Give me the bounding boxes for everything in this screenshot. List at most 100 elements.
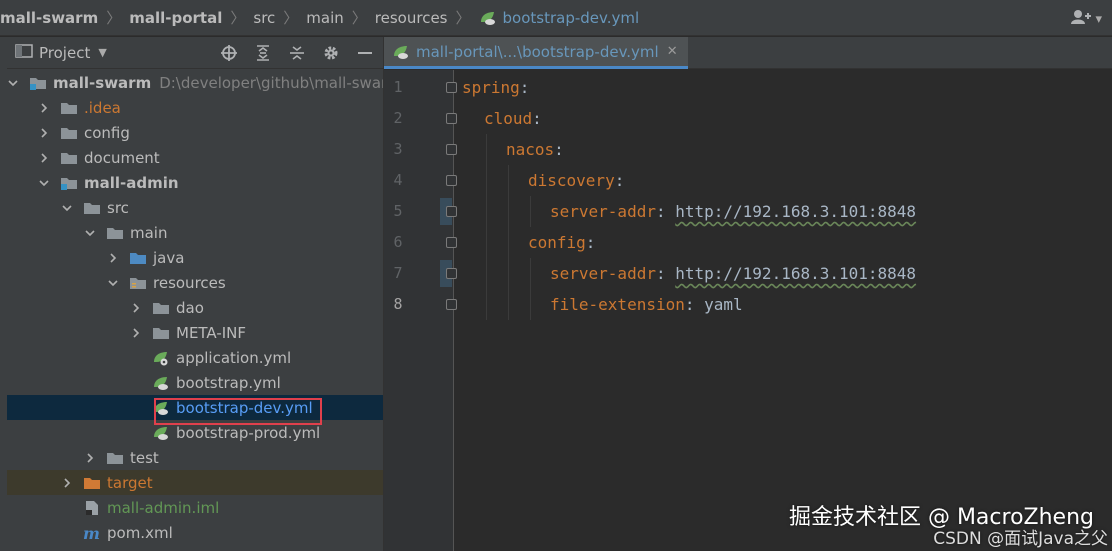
breadcrumb-item-resources[interactable]: resources — [375, 9, 448, 27]
chevron-right-icon[interactable] — [130, 302, 142, 314]
chevron-down-icon[interactable] — [61, 202, 73, 214]
tree-item[interactable]: mall-admin.iml — [7, 495, 383, 520]
fold-marker-icon[interactable] — [446, 144, 457, 155]
minimize-icon[interactable] — [355, 43, 375, 63]
tree-item[interactable]: mall-swarm D:\developer\github\mall-swar — [7, 70, 383, 95]
chevron-right-icon[interactable] — [107, 252, 119, 264]
chevron-right-icon[interactable] — [38, 152, 50, 164]
editor: mall-portal\...\bootstrap-dev.yml ✕ 1 2 3 4… — [384, 37, 1112, 551]
fold-marker-icon[interactable] — [446, 175, 457, 186]
chevron-down-icon: ▾ — [1095, 11, 1102, 27]
yaml-key: nacos — [506, 140, 555, 159]
indent-guide — [530, 258, 531, 289]
tree-item[interactable]: bootstrap.yml — [7, 370, 383, 395]
chevron-right-icon[interactable] — [84, 452, 96, 464]
fold-marker-icon[interactable] — [446, 82, 457, 93]
tree-item[interactable]: main — [7, 220, 383, 245]
spring-config-icon — [152, 350, 170, 366]
tree-item[interactable]: src — [7, 195, 383, 220]
tree-item-label: java — [153, 248, 185, 267]
tree-item[interactable]: bootstrap-dev.yml — [7, 395, 383, 420]
excluded-folder-icon — [83, 475, 101, 491]
tree-item[interactable]: java — [7, 245, 383, 270]
tree-item[interactable]: application.yml — [7, 345, 383, 370]
tree-item[interactable]: META-INF — [7, 320, 383, 345]
tree-item[interactable]: mall-admin — [7, 170, 383, 195]
line-number: 2 — [393, 109, 403, 127]
tree-item-label: application.yml — [176, 348, 292, 367]
tree-item[interactable]: resources — [7, 270, 383, 295]
chevron-right-icon[interactable] — [61, 477, 73, 489]
yaml-separator: : — [532, 109, 542, 128]
tree-item[interactable]: document — [7, 145, 383, 170]
collapse-all-icon[interactable] — [287, 43, 307, 63]
indent-guide — [486, 289, 487, 320]
fold-marker-icon[interactable] — [446, 237, 457, 248]
breadcrumb-item-file[interactable]: bootstrap-dev.yml — [479, 9, 639, 27]
code-line: server-addr: http://192.168.3.101:8848 — [550, 258, 916, 289]
chevron-right-icon[interactable] — [130, 327, 142, 339]
chevron-right-icon[interactable] — [38, 127, 50, 139]
folder-icon — [106, 225, 124, 241]
indent-guide — [508, 196, 509, 227]
tree-item-label: bootstrap.yml — [176, 373, 281, 392]
module-folder-icon — [60, 175, 78, 191]
line-number: 3 — [393, 140, 403, 158]
yaml-key: server-addr — [550, 202, 656, 221]
gear-icon[interactable] — [321, 43, 341, 63]
yaml-key: server-addr — [550, 264, 656, 283]
chevron-down-icon[interactable] — [38, 177, 50, 189]
yaml-key: discovery — [528, 171, 615, 190]
folder-icon — [106, 450, 124, 466]
chevron-right-icon[interactable] — [38, 102, 50, 114]
close-icon[interactable]: ✕ — [667, 44, 678, 59]
source-folder-icon — [129, 250, 147, 266]
yaml-key: config — [528, 233, 586, 252]
user-menu[interactable]: ▾ — [1071, 9, 1102, 29]
line-number: 1 — [393, 78, 403, 96]
tree-item[interactable]: .idea — [7, 95, 383, 120]
spring-cloud-icon — [479, 10, 497, 26]
yaml-value[interactable]: http://192.168.3.101:8848 — [675, 202, 916, 221]
tree-item[interactable]: config — [7, 120, 383, 145]
expand-all-icon[interactable] — [253, 43, 273, 63]
fold-marker-icon[interactable] — [446, 268, 457, 279]
indent-guide — [508, 289, 509, 320]
tree-item-label: document — [84, 148, 160, 167]
chevron-down-icon[interactable] — [84, 227, 96, 239]
breadcrumb-item-main[interactable]: main — [306, 9, 343, 27]
indent-guide — [486, 258, 487, 289]
chevron-down-icon[interactable] — [107, 277, 119, 289]
tree-item-label: mall-swarm — [53, 73, 152, 92]
locate-icon[interactable] — [219, 43, 239, 63]
tree-item-label: .idea — [84, 98, 121, 117]
tree-item-label: mall-admin.iml — [107, 498, 220, 517]
tree-item[interactable]: test — [7, 445, 383, 470]
fold-marker-icon[interactable] — [446, 113, 457, 124]
yaml-value[interactable]: http://192.168.3.101:8848 — [675, 264, 916, 283]
tree-item[interactable]: m pom.xml — [7, 520, 383, 545]
yaml-separator: : — [684, 295, 705, 314]
user-icon — [1071, 9, 1092, 29]
chevron-down-icon[interactable]: ▼ — [98, 46, 106, 59]
tree-item[interactable]: bootstrap-prod.yml — [7, 420, 383, 445]
breadcrumb-item-src[interactable]: src — [253, 9, 275, 27]
indent-guide — [486, 165, 487, 196]
line-number: 4 — [393, 171, 403, 189]
breadcrumb: mall-swarm 〉 mall-portal 〉 src 〉 main 〉 … — [0, 0, 1112, 36]
breadcrumb-item-mall-swarm[interactable]: mall-swarm — [0, 9, 98, 27]
panel-toolbar — [219, 43, 375, 63]
tree-item[interactable]: dao — [7, 295, 383, 320]
fold-marker-icon[interactable] — [446, 206, 457, 217]
tree-item[interactable]: target — [7, 470, 383, 495]
chevron-down-icon[interactable] — [7, 77, 19, 89]
tree-item-label: config — [84, 123, 130, 142]
folder-icon — [60, 150, 78, 166]
code-line: nacos: — [506, 134, 564, 165]
tab-bootstrap-dev[interactable]: mall-portal\...\bootstrap-dev.yml ✕ — [384, 37, 688, 69]
fold-marker-icon[interactable] — [446, 299, 457, 310]
breadcrumb-item-mall-portal[interactable]: mall-portal — [129, 9, 222, 27]
folder-icon — [152, 300, 170, 316]
editor-tab-bar: mall-portal\...\bootstrap-dev.yml ✕ — [384, 37, 1112, 69]
folder-icon — [60, 100, 78, 116]
